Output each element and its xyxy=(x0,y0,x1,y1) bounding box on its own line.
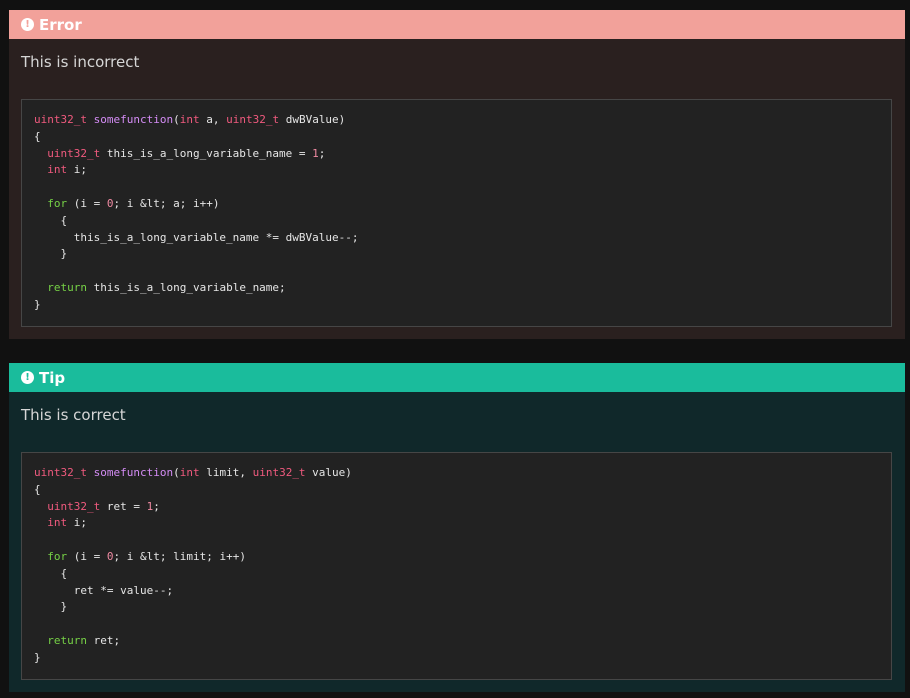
code-line: ret *= value--; xyxy=(34,583,879,600)
error-title-label: Error xyxy=(39,15,82,34)
code-line: for (i = 0; i &lt; a; i++) xyxy=(34,196,879,213)
code-token: ; xyxy=(153,499,160,513)
code-token: ; xyxy=(318,146,326,160)
code-token: uint32_t xyxy=(34,466,87,479)
code-token: uint32_t xyxy=(47,499,101,513)
code-token: } xyxy=(34,297,41,311)
code-token: 1 xyxy=(312,146,319,160)
code-line: } xyxy=(34,650,879,667)
error-admonition-text: This is incorrect xyxy=(21,53,140,71)
code-token: { xyxy=(34,213,68,227)
code-line: uint32_t ret = 1; xyxy=(34,499,879,516)
tip-code-block[interactable]: uint32_t somefunction(int limit, uint32_… xyxy=(21,452,892,680)
code-token: limit, xyxy=(199,466,253,479)
code-token: uint32_t xyxy=(226,113,280,126)
code-line: this_is_a_long_variable_name *= dwBValue… xyxy=(34,230,879,247)
code-line: int i; xyxy=(34,162,879,179)
code-line: { xyxy=(34,213,879,230)
tip-title-label: Tip xyxy=(39,368,66,387)
code-line: return ret; xyxy=(34,633,879,650)
code-token: } xyxy=(34,600,68,614)
code-token: somefunction xyxy=(93,466,174,479)
code-token: ret; xyxy=(87,633,121,647)
code-token: a, xyxy=(199,113,227,126)
code-token: dwBValue) xyxy=(279,113,346,126)
code-token: } xyxy=(34,650,41,664)
code-token: for xyxy=(47,196,68,210)
code-token: ( xyxy=(173,466,180,479)
code-line: { xyxy=(34,566,879,583)
code-token: i; xyxy=(67,163,87,177)
code-token: 0 xyxy=(106,196,114,210)
tip-admonition-text: This is correct xyxy=(21,406,126,424)
code-token: ; i &lt; a; i++) xyxy=(113,196,220,210)
code-line: } xyxy=(34,297,879,314)
code-token: ( xyxy=(173,113,180,126)
code-line: } xyxy=(34,599,879,616)
code-token: 0 xyxy=(106,549,114,563)
code-token: } xyxy=(34,247,68,261)
code-token: { xyxy=(34,129,41,143)
code-token: int xyxy=(179,466,200,479)
code-token: (i = xyxy=(67,549,107,563)
code-token: (i = xyxy=(67,196,107,210)
code-token: int xyxy=(47,163,68,177)
code-token: this_is_a_long_variable_name; xyxy=(87,280,286,294)
code-line: } xyxy=(34,246,879,263)
code-token: { xyxy=(34,566,68,580)
tip-admonition: ! Tip This is correct uint32_t somefunct… xyxy=(9,363,905,692)
code-token: uint32_t xyxy=(252,466,306,479)
code-token: for xyxy=(47,549,68,563)
code-token: int xyxy=(179,113,200,126)
code-line: uint32_t somefunction(int a, uint32_t dw… xyxy=(34,112,879,129)
tip-admonition-title: ! Tip xyxy=(9,363,905,392)
code-token: return xyxy=(47,633,87,647)
code-token: ret *= value--; xyxy=(34,583,174,597)
error-code-block[interactable]: uint32_t somefunction(int a, uint32_t dw… xyxy=(21,99,892,327)
code-token: ret = xyxy=(100,499,147,513)
code-line: { xyxy=(34,482,879,499)
error-admonition-title: ! Error xyxy=(9,10,905,39)
exclamation-circle-icon: ! xyxy=(21,18,34,31)
exclamation-circle-icon: ! xyxy=(21,371,34,384)
code-token: ; i &lt; limit; i++) xyxy=(113,549,246,563)
code-token: uint32_t xyxy=(34,113,87,126)
code-token: i; xyxy=(67,516,87,530)
code-token: { xyxy=(34,482,41,496)
code-token: somefunction xyxy=(93,113,174,126)
code-line: return this_is_a_long_variable_name; xyxy=(34,280,879,297)
code-token: uint32_t xyxy=(47,146,101,160)
code-token: this_is_a_long_variable_name = xyxy=(100,146,313,160)
code-line: int i; xyxy=(34,515,879,532)
error-admonition: ! Error This is incorrect uint32_t somef… xyxy=(9,10,905,339)
code-line: for (i = 0; i &lt; limit; i++) xyxy=(34,549,879,566)
code-token: this_is_a_long_variable_name *= dwBValue… xyxy=(34,230,359,244)
code-line: { xyxy=(34,129,879,146)
code-line: uint32_t this_is_a_long_variable_name = … xyxy=(34,146,879,163)
code-token: return xyxy=(47,280,87,294)
code-line: uint32_t somefunction(int limit, uint32_… xyxy=(34,465,879,482)
code-token: value) xyxy=(305,466,352,479)
code-token: int xyxy=(47,516,68,530)
